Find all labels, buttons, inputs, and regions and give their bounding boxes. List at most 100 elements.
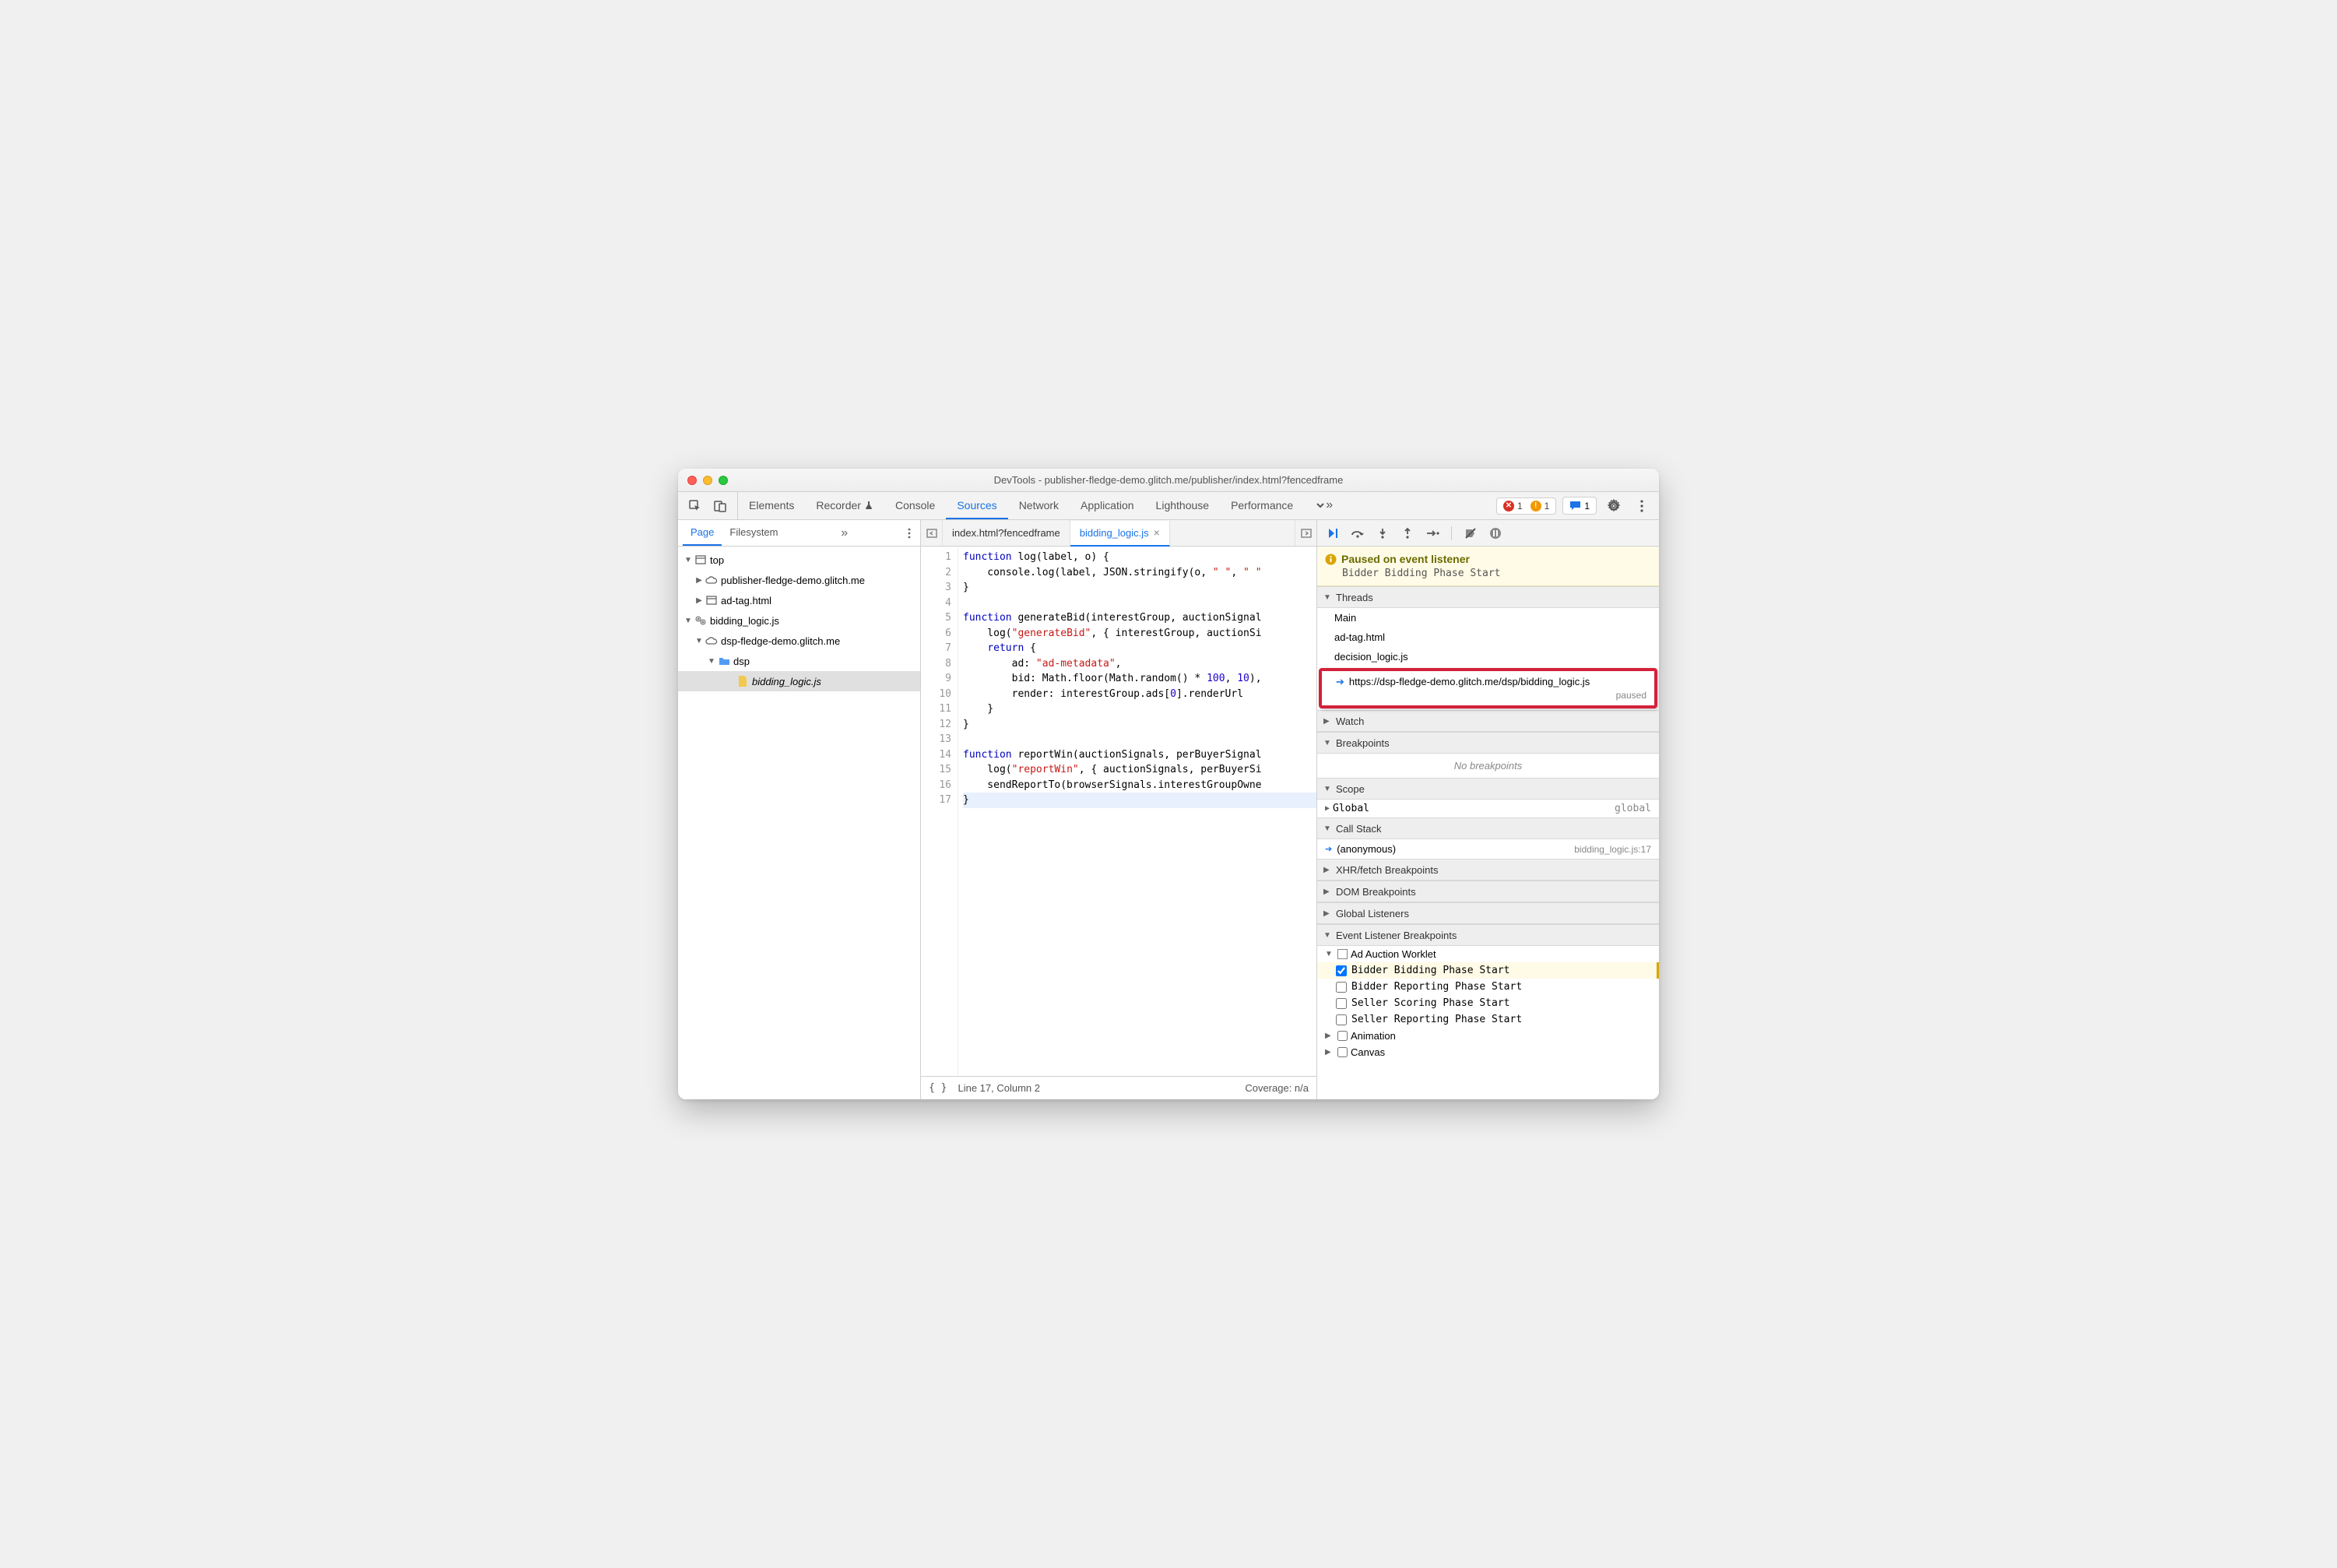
tree-domain-dsp[interactable]: ▼ dsp-fledge-demo.glitch.me	[678, 631, 920, 651]
editor-tab-bidding-logic[interactable]: bidding_logic.js ×	[1070, 521, 1170, 547]
navigator-tab-filesystem[interactable]: Filesystem	[722, 520, 785, 546]
errors-count: 1	[1517, 501, 1523, 512]
scope-global[interactable]: ▶ Global global	[1317, 800, 1659, 817]
callstack-frame[interactable]: ➔ (anonymous) bidding_logic.js:17	[1317, 839, 1659, 859]
elb-category-canvas[interactable]: ▶ Canvas	[1317, 1044, 1659, 1060]
inspect-element-icon[interactable]	[684, 495, 706, 517]
no-breakpoints-message: No breakpoints	[1317, 754, 1659, 778]
elb-category-animation[interactable]: ▶ Animation	[1317, 1028, 1659, 1044]
elb-item-seller-scoring-start[interactable]: Seller Scoring Phase Start	[1317, 995, 1659, 1011]
tab-application[interactable]: Application	[1070, 492, 1145, 519]
xhr-breakpoints-header[interactable]: ▶ XHR/fetch Breakpoints	[1317, 859, 1659, 881]
elb-category-checkbox[interactable]	[1337, 1031, 1348, 1041]
elb-category-checkbox[interactable]	[1337, 1047, 1348, 1057]
tree-file-bidding-logic[interactable]: bidding_logic.js	[678, 671, 920, 691]
settings-icon[interactable]	[1603, 495, 1625, 517]
close-window-button[interactable]	[687, 476, 697, 485]
tree-bidding-worklet[interactable]: ▼ bidding_logic.js	[678, 610, 920, 631]
kebab-menu-icon[interactable]	[1631, 495, 1653, 517]
debug-toolbar	[1317, 520, 1659, 547]
elb-checkbox[interactable]	[1336, 1014, 1347, 1025]
chevron-down-icon: ▼	[1323, 931, 1333, 940]
thread-ad-tag[interactable]: ad-tag.html	[1317, 628, 1659, 647]
separator	[1451, 526, 1452, 540]
chevron-down-icon: ▼	[1323, 593, 1333, 602]
elb-item-bidder-bidding-start[interactable]: Bidder Bidding Phase Start	[1317, 962, 1659, 979]
code-body[interactable]: function log(label, o) { console.log(lab…	[958, 547, 1316, 1076]
frame-icon	[694, 555, 708, 564]
tree-label: ad-tag.html	[721, 595, 771, 606]
global-listeners-header[interactable]: ▶ Global Listeners	[1317, 902, 1659, 924]
tab-console[interactable]: Console	[884, 492, 946, 519]
tree-label: dsp	[733, 656, 750, 667]
watch-header[interactable]: ▶ Watch	[1317, 710, 1659, 732]
elb-item-bidder-reporting-start[interactable]: Bidder Reporting Phase Start	[1317, 979, 1659, 995]
resume-button[interactable]	[1323, 524, 1342, 543]
elb-checkbox[interactable]	[1336, 998, 1347, 1009]
tree-label: bidding_logic.js	[752, 676, 821, 687]
event-listener-breakpoints-header[interactable]: ▼ Event Listener Breakpoints	[1317, 924, 1659, 946]
step-over-button[interactable]	[1348, 524, 1367, 543]
js-file-icon	[736, 676, 750, 687]
navigator-tabs: Page Filesystem »	[678, 520, 920, 547]
close-tab-icon[interactable]: ×	[1154, 526, 1160, 539]
warnings-count: 1	[1545, 501, 1550, 512]
thread-bidding-logic-highlighted[interactable]: ➔ https://dsp-fledge-demo.glitch.me/dsp/…	[1319, 668, 1657, 708]
elb-item-seller-reporting-start[interactable]: Seller Reporting Phase Start	[1317, 1011, 1659, 1028]
toolbar-right: ✕ 1 ! 1 1	[1490, 495, 1659, 517]
threads-header[interactable]: ▼ Threads	[1317, 586, 1659, 608]
step-into-button[interactable]	[1373, 524, 1392, 543]
debugger-pane: Paused on event listener Bidder Bidding …	[1316, 520, 1659, 1099]
more-tabs-button[interactable]: »	[1304, 492, 1344, 519]
pause-on-exceptions-button[interactable]	[1486, 524, 1505, 543]
tab-label: index.html?fencedframe	[952, 527, 1060, 539]
scope-header[interactable]: ▼ Scope	[1317, 778, 1659, 800]
pretty-print-button[interactable]: { }	[929, 1082, 947, 1094]
elb-category-checkbox[interactable]	[1337, 949, 1348, 959]
chevron-down-icon: ▼	[1325, 950, 1334, 958]
file-tree[interactable]: ▼ top ▶ publisher-fledge-demo.glitch.me …	[678, 547, 920, 1099]
callstack-header[interactable]: ▼ Call Stack	[1317, 817, 1659, 839]
tab-elements[interactable]: Elements	[738, 492, 805, 519]
callstack-body: ➔ (anonymous) bidding_logic.js:17	[1317, 839, 1659, 859]
elb-checkbox[interactable]	[1336, 982, 1347, 993]
tab-network[interactable]: Network	[1008, 492, 1070, 519]
step-button[interactable]	[1423, 524, 1442, 543]
error-icon: ✕	[1503, 501, 1514, 512]
thread-decision-logic[interactable]: decision_logic.js	[1317, 647, 1659, 666]
content-area: Page Filesystem » ▼ top ▶ publisher-fled…	[678, 520, 1659, 1099]
console-issues-badge[interactable]: ✕ 1 ! 1	[1496, 497, 1556, 515]
minimize-window-button[interactable]	[703, 476, 712, 485]
editor-tab-nav-left[interactable]	[921, 520, 943, 546]
deactivate-breakpoints-button[interactable]	[1461, 524, 1480, 543]
tab-recorder[interactable]: Recorder	[805, 492, 884, 519]
navigator-tab-page[interactable]: Page	[683, 520, 722, 546]
thread-main[interactable]: Main	[1317, 608, 1659, 628]
editor-tab-nav-right[interactable]	[1295, 520, 1316, 546]
chevron-right-icon: ▶	[1325, 804, 1330, 813]
messages-badge[interactable]: 1	[1562, 497, 1597, 515]
device-toolbar-icon[interactable]	[709, 495, 731, 517]
code-editor[interactable]: 1234567891011121314151617 function log(l…	[921, 547, 1316, 1076]
maximize-window-button[interactable]	[719, 476, 728, 485]
chevron-right-icon: ▶	[1323, 888, 1333, 896]
breakpoints-header[interactable]: ▼ Breakpoints	[1317, 732, 1659, 754]
navigator-more-tabs[interactable]: »	[836, 526, 852, 540]
elb-checkbox[interactable]	[1336, 965, 1347, 976]
tab-recorder-label: Recorder	[816, 499, 861, 512]
elb-body: ▼ Ad Auction Worklet Bidder Bidding Phas…	[1317, 946, 1659, 1060]
tab-sources[interactable]: Sources	[946, 492, 1007, 519]
navigator-menu-icon[interactable]	[903, 528, 915, 539]
tree-folder-dsp[interactable]: ▼ dsp	[678, 651, 920, 671]
debugger-scroll[interactable]: Paused on event listener Bidder Bidding …	[1317, 547, 1659, 1099]
dom-breakpoints-header[interactable]: ▶ DOM Breakpoints	[1317, 881, 1659, 902]
tree-domain-publisher[interactable]: ▶ publisher-fledge-demo.glitch.me	[678, 570, 920, 590]
elb-category-ad-auction[interactable]: ▼ Ad Auction Worklet	[1317, 946, 1659, 962]
step-out-button[interactable]	[1398, 524, 1417, 543]
tree-ad-tag-html[interactable]: ▶ ad-tag.html	[678, 590, 920, 610]
tab-performance[interactable]: Performance	[1220, 492, 1304, 519]
tab-lighthouse[interactable]: Lighthouse	[1145, 492, 1221, 519]
tree-top-frame[interactable]: ▼ top	[678, 550, 920, 570]
chevron-down-icon: ▼	[694, 637, 705, 645]
editor-tab-index[interactable]: index.html?fencedframe	[943, 520, 1070, 546]
